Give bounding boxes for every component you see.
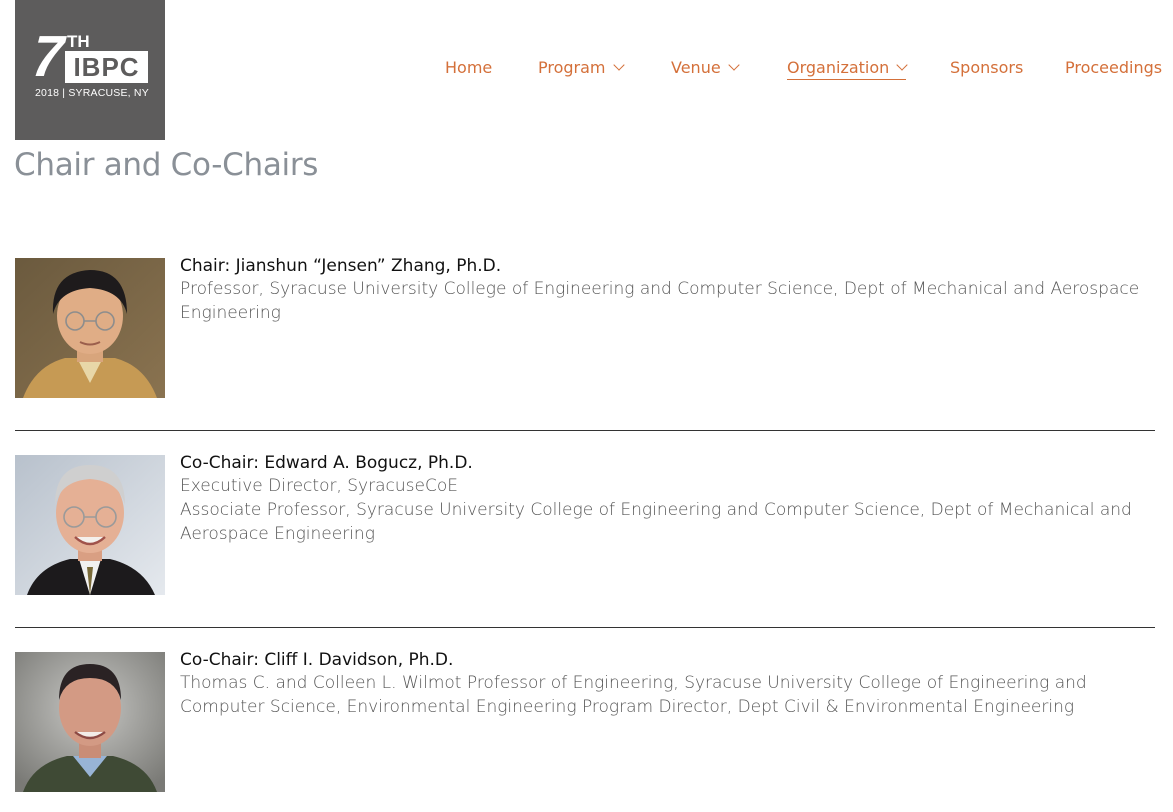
nav-organization-label: Organization (787, 58, 890, 77)
nav-organization[interactable]: Organization (787, 57, 908, 80)
logo-tagline: 2018 | SYRACUSE, NY (35, 87, 149, 99)
chevron-down-icon (728, 59, 740, 71)
divider (15, 627, 1155, 628)
chevron-down-icon (612, 59, 625, 71)
logo-suffix: TH (67, 32, 90, 51)
person-photo (15, 258, 165, 398)
person-name: Chair: Jianshun “Jensen” Zhang, Ph.D. (180, 256, 502, 276)
nav-proceedings-label: Proceedings (1065, 58, 1163, 77)
person-name: Co-Chair: Edward A. Bogucz, Ph.D. (180, 453, 473, 473)
main-nav: Home Program Venue Organization Sponsors… (0, 57, 1173, 81)
nav-program[interactable]: Program (538, 57, 625, 79)
person-name: Co-Chair: Cliff I. Davidson, Ph.D. (180, 650, 454, 670)
nav-home[interactable]: Home (445, 57, 492, 79)
person-title: Associate Professor, Syracuse University… (180, 500, 1132, 544)
nav-proceedings[interactable]: Proceedings (1065, 57, 1162, 79)
nav-sponsors[interactable]: Sponsors (950, 57, 1023, 79)
person-details: Co-Chair: Cliff I. Davidson, Ph.D. Thoma… (180, 650, 1145, 719)
person-title: Thomas C. and Colleen L. Wilmot Professo… (180, 673, 1087, 717)
person-details: Chair: Jianshun “Jensen” Zhang, Ph.D. Pr… (180, 256, 1145, 325)
page-title: Chair and Co-Chairs (14, 147, 319, 183)
person-title: Executive Director, SyracuseCoE (180, 476, 458, 496)
nav-program-label: Program (538, 58, 606, 77)
chevron-down-icon (896, 59, 908, 71)
nav-home-label: Home (445, 58, 493, 77)
person-details: Co-Chair: Edward A. Bogucz, Ph.D. Execut… (180, 453, 1145, 546)
nav-venue[interactable]: Venue (671, 57, 740, 79)
divider (15, 430, 1155, 431)
person-photo (15, 652, 165, 792)
person-title: Professor, Syracuse University College o… (180, 279, 1140, 323)
person-photo (15, 455, 165, 595)
nav-sponsors-label: Sponsors (950, 58, 1024, 77)
nav-venue-label: Venue (671, 58, 721, 77)
